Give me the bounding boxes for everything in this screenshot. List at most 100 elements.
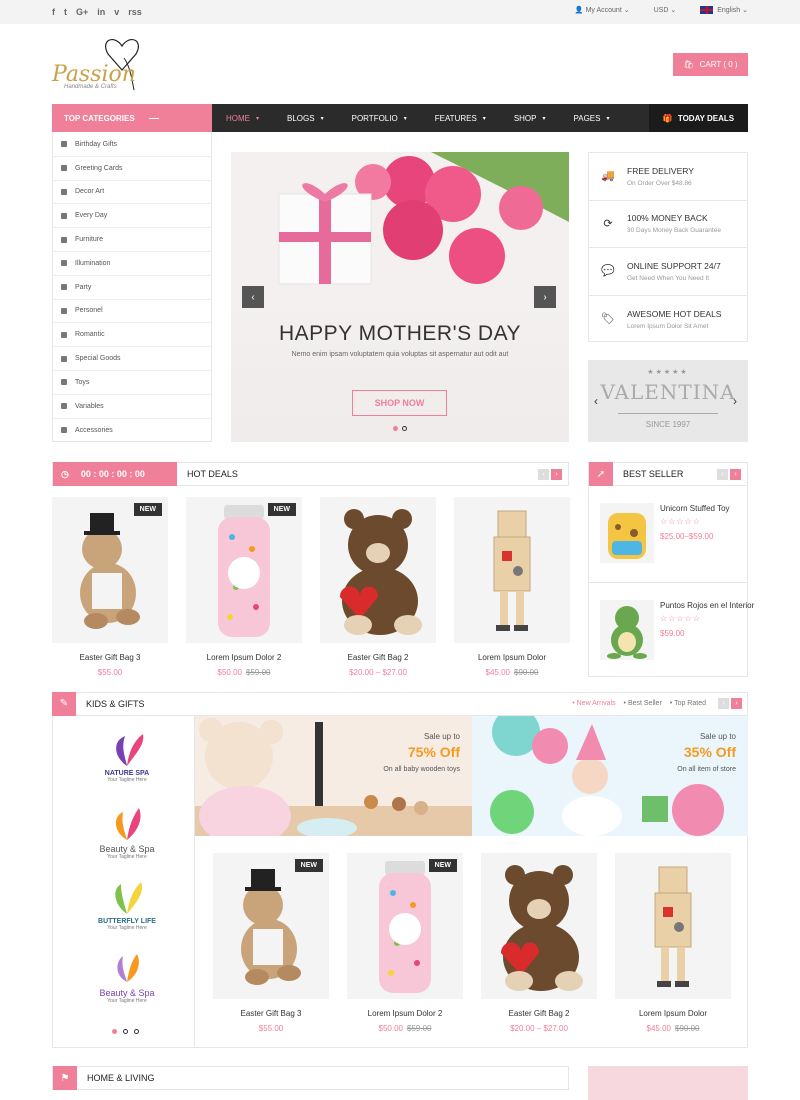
- best-seller-item[interactable]: Unicorn Stuffed Toy ☆☆☆☆☆ $25.00–$59.00: [600, 503, 730, 563]
- product-card[interactable]: Lorem Ipsum Dolor $45.00 $90.00: [454, 497, 570, 677]
- nav-shop[interactable]: SHOP ▾: [500, 114, 560, 123]
- vimeo-icon[interactable]: v: [114, 7, 119, 17]
- chat-icon: 💬: [601, 265, 615, 278]
- today-deals-button[interactable]: 🎁 TODAY DEALS: [649, 104, 748, 132]
- tab-best-seller[interactable]: • Best Seller: [624, 700, 662, 707]
- brand-logo[interactable]: Beauty & Spa Your Tagline Here: [80, 946, 174, 1004]
- category-item[interactable]: Every Day: [53, 204, 211, 229]
- next-button[interactable]: ›: [731, 698, 742, 709]
- product-card[interactable]: NEW Lorem Ipsum Dolor 2 $50.00 $59.00: [186, 497, 302, 677]
- brand-logo[interactable]: NATURE SPA Your Tagline Here: [80, 728, 174, 783]
- category-item[interactable]: Party: [53, 276, 211, 300]
- category-item[interactable]: Illumination: [53, 252, 211, 276]
- nav-label: BLOGS: [287, 113, 315, 123]
- slider-dot[interactable]: [402, 426, 407, 431]
- product-image[interactable]: [320, 497, 436, 643]
- nav-home[interactable]: HOME ▾: [212, 114, 273, 123]
- category-item[interactable]: Decor Art: [53, 181, 211, 205]
- promo-banner[interactable]: Sale up to 35% Off On all item of store: [472, 716, 748, 836]
- category-item[interactable]: Variables: [53, 395, 211, 419]
- tab-new-arrivals[interactable]: • New Arrivals: [572, 700, 615, 707]
- product-name[interactable]: Lorem Ipsum Dolor: [454, 653, 570, 662]
- tab-top-rated[interactable]: • Top Rated: [670, 700, 706, 707]
- product-thumb[interactable]: [600, 503, 654, 563]
- price-current: $55.00: [258, 1024, 284, 1033]
- product-name[interactable]: Easter Gift Bag 3: [52, 653, 168, 662]
- feature-title: FREE DELIVERY: [627, 165, 694, 176]
- product-name[interactable]: Easter Gift Bag 2: [320, 653, 436, 662]
- brand-next-button[interactable]: ›: [733, 394, 737, 408]
- category-item[interactable]: Toys: [53, 371, 211, 395]
- my-account-dropdown[interactable]: 👤 My Account ⌄: [575, 6, 630, 14]
- slider-next-button[interactable]: ›: [534, 286, 556, 308]
- user-icon: 👤: [574, 7, 584, 15]
- product-name[interactable]: Lorem Ipsum Dolor: [615, 1009, 731, 1018]
- product-name[interactable]: Easter Gift Bag 2: [481, 1009, 597, 1018]
- category-item[interactable]: Greeting Cards: [53, 157, 211, 181]
- brand-dot[interactable]: [134, 1029, 139, 1034]
- best-seller-item[interactable]: Puntos Rojos en el Interior ☆☆☆☆☆ $59.00: [600, 600, 754, 660]
- slider-prev-button[interactable]: ‹: [242, 286, 264, 308]
- product-image[interactable]: [615, 853, 731, 999]
- google-plus-icon[interactable]: G+: [76, 7, 88, 17]
- site-logo[interactable]: Passion Handmade & Crafts: [52, 32, 162, 96]
- twitter-icon[interactable]: t: [64, 7, 67, 17]
- brand-logo[interactable]: Beauty & Spa Your Tagline Here: [80, 802, 174, 860]
- rss-icon[interactable]: rss: [128, 7, 142, 17]
- prev-button[interactable]: ‹: [718, 698, 729, 709]
- brand-since: SINCE 1997: [645, 420, 691, 429]
- category-item[interactable]: Romantic: [53, 323, 211, 348]
- product-image[interactable]: [481, 853, 597, 999]
- categories-header[interactable]: TOP CATEGORIES: [52, 104, 212, 132]
- brand-logo[interactable]: BUTTERFLY LIFE Your Tagline Here: [80, 876, 174, 931]
- clock-icon: ◷: [61, 468, 69, 479]
- product-name[interactable]: Lorem Ipsum Dolor 2: [186, 653, 302, 662]
- brand-prev-button[interactable]: ‹: [594, 394, 598, 408]
- product-card[interactable]: NEW Easter Gift Bag 3 $55.00: [52, 497, 168, 677]
- brand-dot[interactable]: [123, 1029, 128, 1034]
- product-thumb[interactable]: [600, 600, 654, 660]
- product-image[interactable]: NEW: [186, 497, 302, 643]
- next-button[interactable]: ›: [551, 468, 562, 480]
- gift-roses-image: [231, 152, 569, 312]
- category-item[interactable]: Birthday Gifts: [53, 133, 211, 157]
- nav-pages[interactable]: PAGES ▾: [560, 114, 624, 123]
- product-card[interactable]: NEW Lorem Ipsum Dolor 2 $50.00 $59.00: [347, 853, 463, 1033]
- sale-percent: 75% Off: [407, 744, 460, 760]
- shop-now-button[interactable]: SHOP NOW: [352, 390, 447, 416]
- product-card[interactable]: Easter Gift Bag 2 $20.00 – $27.00: [320, 497, 436, 677]
- language-dropdown[interactable]: English ⌄: [700, 6, 748, 15]
- sale-line1: Sale up to: [699, 732, 736, 741]
- product-name[interactable]: Lorem Ipsum Dolor 2: [347, 1009, 463, 1018]
- product-image[interactable]: NEW: [213, 853, 329, 999]
- cart-button[interactable]: 🛍 CART ( 0 ): [673, 53, 748, 76]
- card-icon: [61, 165, 67, 172]
- slider-dot[interactable]: [393, 426, 398, 431]
- product-card[interactable]: NEW Easter Gift Bag 3 $55.00: [213, 853, 329, 1033]
- nav-features[interactable]: FEATURES ▾: [421, 114, 500, 123]
- prev-button[interactable]: ‹: [538, 468, 549, 480]
- linkedin-icon[interactable]: in: [97, 7, 105, 17]
- facebook-icon[interactable]: f: [52, 7, 55, 17]
- product-image[interactable]: NEW: [52, 497, 168, 643]
- category-item[interactable]: Furniture: [53, 228, 211, 252]
- home-living-banner[interactable]: [588, 1066, 748, 1100]
- category-item[interactable]: Accessories: [53, 419, 211, 443]
- product-image[interactable]: NEW: [347, 853, 463, 999]
- nav-portfolio[interactable]: PORTFOLIO ▾: [338, 114, 421, 123]
- category-item[interactable]: Special Goods: [53, 347, 211, 371]
- category-item[interactable]: Personel: [53, 300, 211, 324]
- feature-title: ONLINE SUPPORT 24/7: [627, 260, 721, 271]
- product-name[interactable]: Puntos Rojos en el Interior: [660, 600, 754, 612]
- product-name[interactable]: Easter Gift Bag 3: [213, 1009, 329, 1018]
- product-name[interactable]: Unicorn Stuffed Toy: [660, 503, 730, 515]
- nav-blogs[interactable]: BLOGS ▾: [273, 114, 338, 123]
- variables-icon: [61, 403, 67, 410]
- brand-carousel[interactable]: ★★★★★ VALENTINA SINCE 1997 ‹ ›: [588, 360, 748, 442]
- promo-banner[interactable]: Sale up to 75% Off On all baby wooden to…: [195, 716, 472, 836]
- product-card[interactable]: Easter Gift Bag 2 $20.00 – $27.00: [481, 853, 597, 1033]
- brand-dot[interactable]: [112, 1029, 117, 1034]
- currency-dropdown[interactable]: USD ⌄: [654, 6, 677, 14]
- product-image[interactable]: [454, 497, 570, 643]
- product-card[interactable]: Lorem Ipsum Dolor $45.00 $90.00: [615, 853, 731, 1033]
